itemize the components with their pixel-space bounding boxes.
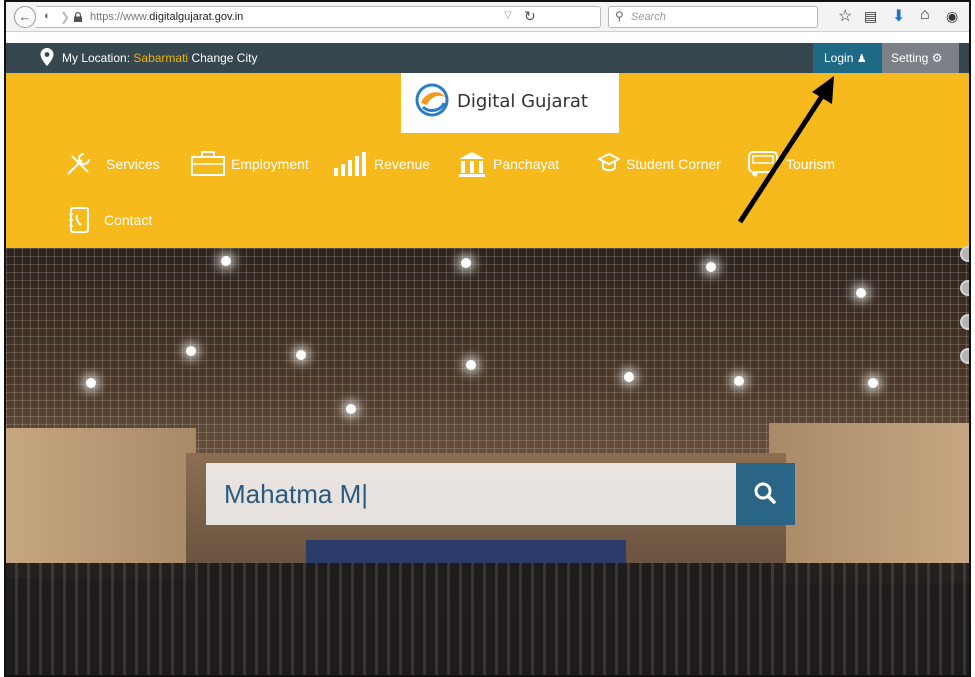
nav-student-corner[interactable]: Student Corner — [598, 150, 728, 178]
hero-search-box — [206, 463, 736, 525]
url-dropdown-icon[interactable]: ▽ — [504, 10, 512, 21]
slider-dot[interactable] — [960, 280, 969, 296]
change-city-link[interactable]: Change City — [191, 51, 257, 65]
url-text: https://www.digitalgujarat.gov.in — [90, 11, 244, 23]
location-label: My Location: Sabarmati Change City — [62, 51, 258, 65]
search-placeholder: Search — [631, 11, 666, 23]
ceiling-light — [186, 346, 196, 356]
screenshot-frame: ← ◐ ❯ https://www.digitalgujarat.gov.in … — [4, 0, 971, 677]
logo-text: Digital Gujarat — [457, 91, 588, 112]
ceiling-light — [624, 372, 634, 382]
hero-wall-right — [769, 423, 969, 583]
hero-wall-left — [6, 428, 196, 578]
ceiling-light — [461, 258, 471, 268]
tools-icon — [67, 153, 90, 175]
login-button[interactable]: Login ♟ — [813, 43, 882, 73]
address-bar[interactable]: ◐ ❯ https://www.digitalgujarat.gov.in ▽ … — [36, 6, 601, 28]
location-pin-icon — [40, 48, 54, 66]
ceiling-light — [856, 288, 866, 298]
bank-icon — [459, 152, 485, 177]
back-arrow-icon[interactable]: ← — [14, 6, 36, 28]
reload-icon[interactable]: ↻ — [524, 8, 536, 25]
ceiling-light — [86, 378, 96, 388]
separator: ❯ — [60, 10, 71, 24]
ceiling-light — [221, 256, 231, 266]
phone-book-icon — [69, 207, 89, 233]
briefcase-icon — [191, 151, 225, 176]
download-icon[interactable]: ⬇ — [892, 6, 905, 26]
hero-chairs — [6, 563, 969, 675]
site-header: Digital Gujarat Services Employment Reve… — [6, 73, 969, 248]
lock-icon — [74, 12, 82, 22]
nav-contact[interactable]: Contact — [68, 206, 168, 234]
slider-dot[interactable] — [960, 348, 969, 364]
hero-banner — [6, 248, 969, 675]
gear-icon: ⚙ — [931, 51, 943, 65]
bus-icon — [748, 151, 778, 177]
location-city: Sabarmati — [133, 51, 189, 65]
shield-icon[interactable]: ◐ — [44, 10, 51, 22]
site-topbar: My Location: Sabarmati Change City Login… — [6, 43, 969, 73]
chart-icon — [334, 152, 366, 176]
ceiling-light — [466, 360, 476, 370]
mortarboard-icon — [598, 152, 620, 172]
hero-search-input[interactable] — [206, 463, 736, 525]
slider-dot[interactable] — [960, 314, 969, 330]
ceiling-light — [868, 378, 878, 388]
home-icon[interactable]: ⌂ — [920, 6, 930, 24]
ceiling-light — [706, 262, 716, 272]
nav-panchayat[interactable]: Panchayat — [457, 150, 567, 178]
star-icon[interactable]: ☆ — [838, 6, 852, 26]
nav-tourism[interactable]: Tourism — [746, 150, 846, 178]
setting-button[interactable]: Setting ⚙ — [882, 43, 959, 73]
search-icon: ⚲ — [615, 9, 624, 23]
nav-services[interactable]: Services — [64, 150, 164, 178]
chat-icon[interactable]: ◉ — [946, 8, 958, 25]
browser-search-input[interactable]: ⚲ Search — [608, 6, 818, 28]
user-icon: ♟ — [856, 53, 867, 65]
site-logo[interactable]: Digital Gujarat — [401, 73, 619, 133]
nav-employment[interactable]: Employment — [191, 150, 311, 178]
ceiling-light — [734, 376, 744, 386]
nav-revenue[interactable]: Revenue — [332, 150, 432, 178]
ceiling-light — [296, 350, 306, 360]
search-icon — [754, 482, 776, 504]
slider-dot[interactable] — [960, 246, 969, 262]
hero-search-button[interactable] — [736, 463, 795, 525]
browser-toolbar: ← ◐ ❯ https://www.digitalgujarat.gov.in … — [6, 2, 969, 32]
logo-emblem-icon — [415, 83, 449, 117]
reading-list-icon[interactable]: ▤ — [864, 8, 877, 25]
ceiling-light — [346, 404, 356, 414]
